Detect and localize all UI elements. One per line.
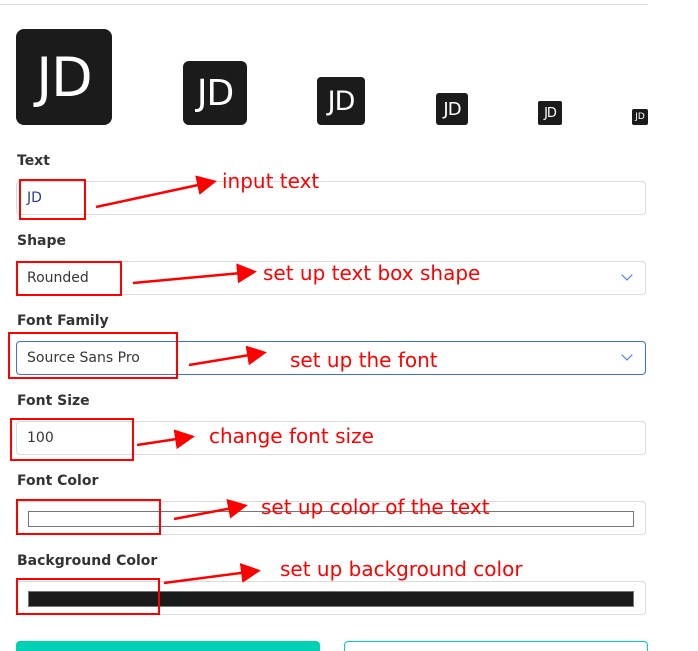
annotation-note: set up text box shape — [263, 261, 481, 285]
arrow — [132, 263, 257, 285]
arrow — [95, 175, 217, 209]
annotation-note: set up the font — [290, 348, 438, 372]
annotation-note: set up background color — [280, 557, 523, 581]
arrow — [163, 563, 261, 585]
arrow — [136, 429, 195, 450]
annotation-arrows — [95, 175, 267, 585]
arrow — [173, 498, 248, 521]
arrow — [188, 345, 267, 367]
annotation-note: set up color of the text — [261, 495, 490, 519]
annotation-note: input text — [222, 169, 320, 193]
annotation-note: change font size — [209, 424, 374, 448]
